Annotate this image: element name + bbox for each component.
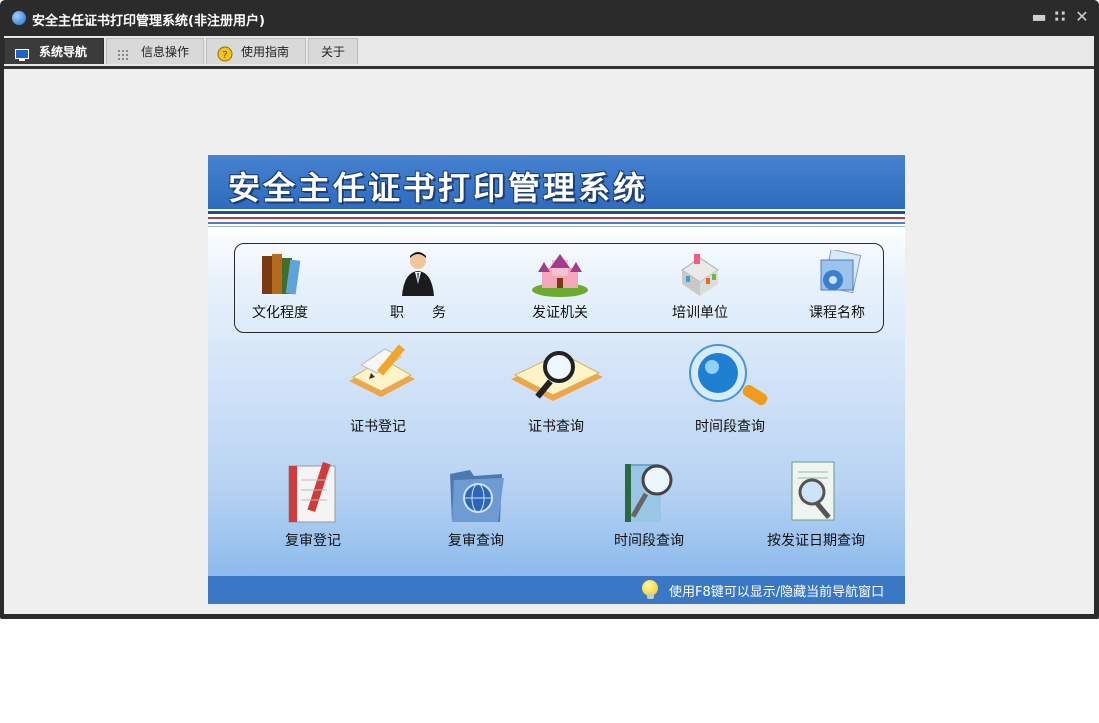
- minimize-button[interactable]: ▬: [1030, 7, 1048, 27]
- nav-item-review-register[interactable]: 复审登记: [268, 460, 358, 552]
- tab-bar: 系统导航 信息操作 ? 使用指南 关于: [4, 36, 1094, 66]
- title-bar: 安全主任证书打印管理系统(非注册用户) ▬ ∷ ✕: [0, 0, 1099, 36]
- help-icon: ?: [217, 45, 233, 62]
- grid-icon: [117, 45, 131, 60]
- monitor-icon: [15, 45, 29, 61]
- document-search-icon: [791, 461, 835, 521]
- tab-system-nav[interactable]: 系统导航: [4, 38, 104, 64]
- banner-stripe: [208, 226, 905, 227]
- edit-paper-icon: [349, 344, 415, 397]
- nav-item-position[interactable]: 职 务: [378, 250, 458, 322]
- banner-stripe: [208, 222, 905, 224]
- status-bar: 使用F8键可以显示/隐藏当前导航窗口: [208, 576, 905, 604]
- banner-stripe: [208, 217, 905, 219]
- tab-info-ops[interactable]: 信息操作: [106, 38, 204, 64]
- nav-item-education[interactable]: 文化程度: [240, 250, 320, 322]
- globe-folder-icon: [450, 470, 504, 522]
- nav-item-cert-time-query[interactable]: 时间段查询: [680, 341, 780, 437]
- nav-item-review-query[interactable]: 复审查询: [436, 460, 516, 552]
- status-hint: 使用F8键可以显示/隐藏当前导航窗口: [669, 585, 885, 600]
- nav-item-review-time-query[interactable]: 时间段查询: [604, 460, 694, 552]
- magnifier-icon: [689, 344, 768, 406]
- building-icon: [681, 254, 719, 296]
- navigation-panel: 安全主任证书打印管理系统 文化程度 职 务 发证机关 培训单位 课程名称 证书登…: [208, 155, 905, 604]
- tab-about[interactable]: 关于: [308, 38, 358, 64]
- restore-button[interactable]: ∷: [1051, 7, 1069, 27]
- person-icon: [402, 252, 434, 296]
- nav-item-course-name[interactable]: 课程名称: [797, 250, 877, 322]
- nav-item-review-date-query[interactable]: 按发证日期查询: [754, 460, 878, 552]
- tab-user-guide[interactable]: ? 使用指南: [206, 38, 306, 64]
- window-title: 安全主任证书打印管理系统(非注册用户): [32, 14, 265, 29]
- svg-text:?: ?: [222, 50, 227, 61]
- banner-stripe: [208, 211, 905, 214]
- notebook-icon: [288, 461, 336, 523]
- books-icon: [262, 254, 301, 295]
- binder-search-icon: [625, 464, 673, 522]
- nav-item-cert-query[interactable]: 证书查询: [511, 341, 603, 437]
- app-logo-icon: [12, 11, 26, 25]
- magnifier-book-icon: [511, 351, 603, 401]
- castle-icon: [532, 254, 588, 297]
- close-button[interactable]: ✕: [1073, 7, 1091, 27]
- banner-title: 安全主任证书打印管理系统: [228, 169, 649, 207]
- nav-item-training-unit[interactable]: 培训单位: [660, 250, 740, 322]
- nav-item-issuing-authority[interactable]: 发证机关: [520, 250, 600, 322]
- nav-item-cert-register[interactable]: 证书登记: [333, 341, 423, 437]
- folder-gear-icon: [820, 250, 862, 294]
- banner: 安全主任证书打印管理系统: [208, 155, 905, 209]
